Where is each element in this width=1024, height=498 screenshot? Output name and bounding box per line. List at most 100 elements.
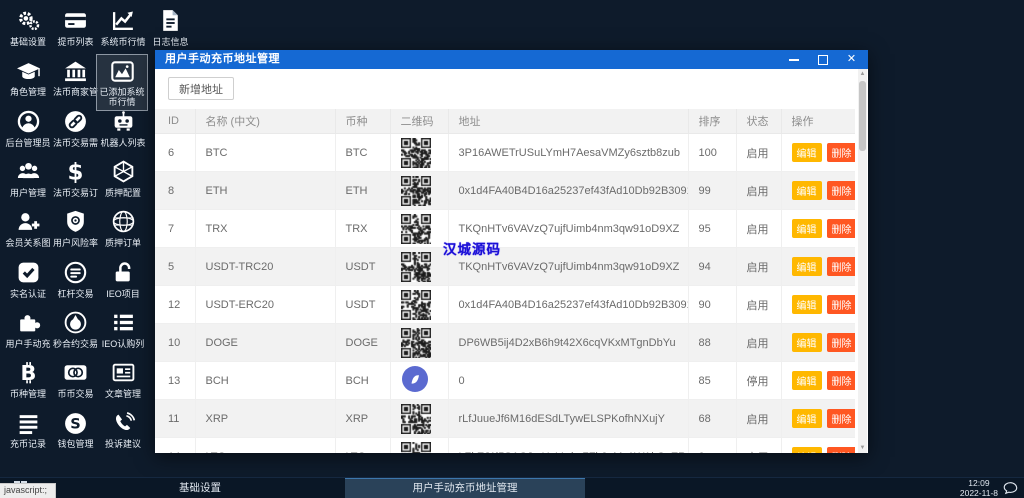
column-header: 名称 (中文) bbox=[195, 109, 335, 134]
edit-button[interactable]: 编辑 bbox=[792, 409, 822, 428]
qr-code-image[interactable] bbox=[401, 442, 431, 454]
puzzle-icon bbox=[3, 309, 53, 337]
qr-code-image[interactable] bbox=[401, 138, 431, 168]
desktop-icon-label: 法币商家管 bbox=[51, 87, 101, 97]
taskbar-clock[interactable]: 12:09 2022-11-8 bbox=[960, 479, 998, 498]
desktop-icon-chart-line[interactable]: 系统币行情 bbox=[98, 7, 148, 47]
edit-button[interactable]: 编辑 bbox=[792, 219, 822, 238]
desktop-icon-cube[interactable]: 质押配置 bbox=[98, 158, 148, 198]
table-row: 7TRXTRXTKQnHTv6VAVzQ7ujfUimb4nm3qw91oD9X… bbox=[155, 210, 855, 248]
close-icon: ✕ bbox=[847, 54, 856, 65]
scrollbar-thumb[interactable] bbox=[859, 81, 866, 151]
image-placeholder-icon bbox=[401, 365, 429, 393]
cell-status: 停用 bbox=[736, 362, 781, 400]
desktop-icon-dollar[interactable]: $法币交易订 bbox=[51, 158, 101, 198]
desktop-icon-check-square[interactable]: 实名认证 bbox=[3, 259, 53, 299]
desktop-icon-skype[interactable]: S钱包管理 bbox=[51, 409, 101, 449]
cell-id: 13 bbox=[155, 362, 195, 400]
desktop-icon-gears[interactable]: 基础设置 bbox=[3, 7, 53, 47]
edit-button[interactable]: 编辑 bbox=[792, 333, 822, 352]
window-scrollbar[interactable]: ▲ ▼ bbox=[858, 69, 867, 453]
delete-button[interactable]: 删除 bbox=[827, 143, 856, 162]
desktop-icon-robot[interactable]: 机器人列表 bbox=[98, 108, 148, 148]
desktop-icon-phone[interactable]: 投诉建议 bbox=[98, 409, 148, 449]
taskbar-task-deposit-address-manager[interactable]: 用户手动充币地址管理 bbox=[345, 478, 585, 498]
desktop-icon-puzzle[interactable]: 用户手动充 bbox=[3, 309, 53, 349]
qr-code-image[interactable] bbox=[401, 328, 431, 358]
edit-button[interactable]: 编辑 bbox=[792, 181, 822, 200]
qr-code-image[interactable] bbox=[401, 290, 431, 320]
svg-text:S: S bbox=[70, 415, 81, 432]
edit-button[interactable]: 编辑 bbox=[792, 295, 822, 314]
desktop-icon-label: 后台管理员 bbox=[3, 138, 53, 148]
chat-bubble-icon[interactable] bbox=[1003, 481, 1018, 498]
delete-button[interactable]: 删除 bbox=[827, 219, 856, 238]
desktop-icon-records[interactable]: 充币记录 bbox=[3, 409, 53, 449]
taskbar-task-basic-settings[interactable]: 基础设置 bbox=[145, 478, 255, 498]
edit-button[interactable]: 编辑 bbox=[792, 143, 822, 162]
card-icon bbox=[51, 7, 101, 35]
qr-code-image[interactable] bbox=[401, 176, 431, 206]
delete-button[interactable]: 删除 bbox=[827, 295, 856, 314]
desktop-icon-graduation-cap[interactable]: 角色管理 bbox=[3, 57, 53, 97]
delete-button[interactable]: 删除 bbox=[827, 447, 856, 453]
desktop-icon-sphere[interactable]: 质押订单 bbox=[98, 208, 148, 248]
scroll-up-arrow[interactable]: ▲ bbox=[858, 69, 867, 79]
cell-id: 8 bbox=[155, 172, 195, 210]
desktop-icon-bank[interactable]: 法币商家管 bbox=[51, 57, 101, 97]
phone-icon bbox=[98, 409, 148, 437]
desktop-icon-user-plus[interactable]: 会员关系图 bbox=[3, 208, 53, 248]
desktop-icon-circles[interactable]: 币币交易 bbox=[51, 359, 101, 399]
edit-button[interactable]: 编辑 bbox=[792, 447, 822, 453]
window-controls: ✕ bbox=[779, 50, 866, 69]
desktop-icon-bitcoin[interactable]: B币种管理 bbox=[3, 359, 53, 399]
delete-button[interactable]: 删除 bbox=[827, 333, 856, 352]
shield-icon bbox=[51, 208, 101, 236]
desktop-icon-helm[interactable]: 杠杆交易 bbox=[51, 259, 101, 299]
window-titlebar[interactable]: 用户手动充币地址管理 ✕ bbox=[155, 50, 868, 69]
table-row: 13BCHBCH085停用编辑删除 bbox=[155, 362, 855, 400]
graduation-cap-icon bbox=[3, 57, 53, 85]
desktop-icon-links[interactable]: 法币交易需 bbox=[51, 108, 101, 148]
desktop-icon-unlock[interactable]: IEO项目 bbox=[98, 259, 148, 299]
edit-button[interactable]: 编辑 bbox=[792, 257, 822, 276]
qr-code-image[interactable] bbox=[401, 252, 431, 282]
browser-status-tooltip: javascript:; bbox=[0, 483, 56, 498]
column-header: 状态 bbox=[736, 109, 781, 134]
add-address-button[interactable]: 新增地址 bbox=[168, 77, 234, 100]
desktop-icon-list-check[interactable]: IEO认购列 bbox=[98, 309, 148, 349]
close-button[interactable]: ✕ bbox=[837, 50, 866, 69]
robot-icon bbox=[98, 108, 148, 136]
desktop-icon-label: 已添加系统币行情 bbox=[97, 87, 147, 107]
scroll-down-arrow[interactable]: ▼ bbox=[858, 443, 867, 453]
edit-button[interactable]: 编辑 bbox=[792, 371, 822, 390]
delete-button[interactable]: 删除 bbox=[827, 181, 856, 200]
maximize-button[interactable] bbox=[808, 50, 837, 69]
delete-button[interactable]: 删除 bbox=[827, 371, 856, 390]
cell-id: 6 bbox=[155, 134, 195, 172]
desktop-icon-log[interactable]: 日志信息 bbox=[146, 7, 196, 47]
minimize-button[interactable] bbox=[779, 50, 808, 69]
desktop-icon-shield[interactable]: 用户风险率 bbox=[51, 208, 101, 248]
desktop-icon-admin[interactable]: 后台管理员 bbox=[3, 108, 53, 148]
desktop-icon-area-chart[interactable]: 已添加系统币行情 bbox=[97, 55, 147, 110]
cell-name: DOGE bbox=[195, 324, 335, 362]
cell-name: USDT-ERC20 bbox=[195, 286, 335, 324]
cell-id: 12 bbox=[155, 286, 195, 324]
svg-text:$: $ bbox=[68, 159, 84, 184]
desktop-icon-users[interactable]: 用户管理 bbox=[3, 158, 53, 198]
desktop-icon-card[interactable]: 提币列表 bbox=[51, 7, 101, 47]
area-chart-icon bbox=[97, 57, 147, 85]
delete-button[interactable]: 删除 bbox=[827, 409, 856, 428]
news-icon bbox=[98, 359, 148, 387]
cell-qrcode bbox=[390, 324, 448, 362]
qr-code-image[interactable] bbox=[401, 214, 431, 244]
gears-icon bbox=[3, 7, 53, 35]
desktop-icon-contract[interactable]: 秒合约交易 bbox=[51, 309, 101, 349]
cell-address: rLfJuueJf6M16dESdLTywELSPKofhNXujY bbox=[448, 400, 688, 438]
desktop-icon-news[interactable]: 文章管理 bbox=[98, 359, 148, 399]
cell-status: 启用 bbox=[736, 438, 781, 454]
delete-button[interactable]: 删除 bbox=[827, 257, 856, 276]
qr-code-image[interactable] bbox=[401, 404, 431, 434]
cell-address: LZkEJ1i5SACJmUoVwhv7Fb9vMy1WAkCgER bbox=[448, 438, 688, 454]
